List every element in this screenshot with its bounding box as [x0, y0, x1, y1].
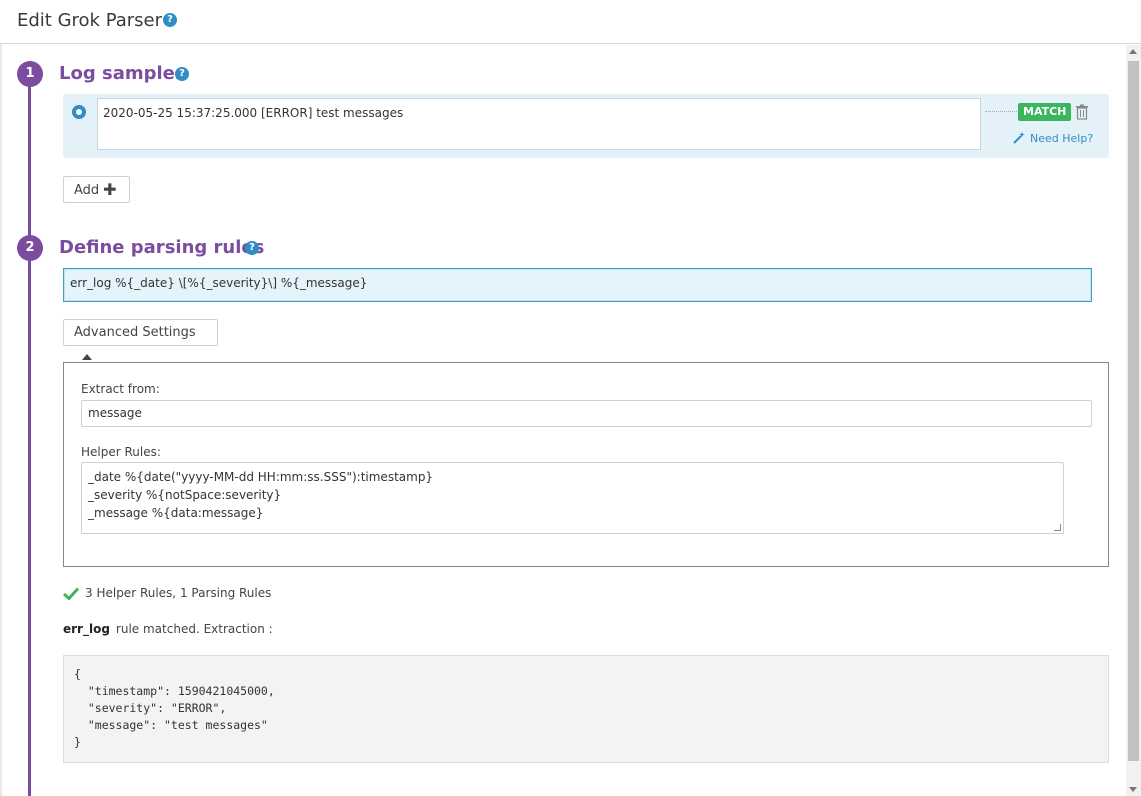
match-summary-text: rule matched. Extraction :	[115, 622, 273, 636]
step-timeline	[28, 74, 31, 796]
matched-rule-name: err_log	[63, 622, 110, 636]
helper-rule-line: _severity %{notSpace:severity}	[88, 488, 282, 502]
scroll-up-arrow-icon[interactable]	[1129, 49, 1137, 54]
rules-status: 3 Helper Rules, 1 Parsing Rules	[63, 586, 271, 600]
caret-up-icon	[82, 354, 92, 360]
json-line: "message": "test messages"	[74, 718, 268, 732]
match-summary: err_log rule matched. Extraction :	[63, 622, 273, 636]
match-badge: MATCH	[1018, 103, 1072, 121]
rules-status-text: 3 Helper Rules, 1 Parsing Rules	[85, 586, 272, 600]
step-number-1: 1	[17, 61, 43, 87]
log-sample-input[interactable]: 2020-05-25 15:37:25.000 [ERROR] test mes…	[97, 98, 981, 150]
trash-icon[interactable]	[1075, 104, 1089, 120]
step-title-define-parsing-rules: Define parsing rules	[59, 237, 265, 258]
magic-wand-icon	[1013, 132, 1025, 144]
extract-from-input[interactable]: message	[81, 400, 1092, 427]
extraction-result: { "timestamp": 1590421045000, "severity"…	[63, 655, 1109, 763]
log-sample-row: 2020-05-25 15:37:25.000 [ERROR] test mes…	[63, 94, 1109, 158]
window-edge	[0, 0, 2, 796]
dialog-title: Edit Grok Parser	[17, 10, 163, 31]
helper-rule-line: _message %{data:message}	[88, 506, 264, 520]
json-line: }	[74, 735, 81, 749]
check-icon	[63, 587, 79, 600]
step-number-2: 2	[17, 235, 43, 261]
help-icon[interactable]: ?	[163, 13, 177, 27]
help-icon[interactable]: ?	[245, 241, 259, 255]
advanced-settings-toggle[interactable]: Advanced Settings	[63, 319, 218, 360]
step-title-log-samples: Log samples	[59, 63, 186, 84]
scroll-thumb[interactable]	[1128, 61, 1139, 761]
resize-handle[interactable]	[1054, 524, 1061, 531]
helper-rules-label: Helper Rules:	[81, 445, 161, 459]
parsing-rules-input[interactable]: err_log %{_date} \[%{_severity}\] %{_mes…	[63, 268, 1092, 302]
advanced-settings-panel: Extract from: message Helper Rules: _dat…	[63, 362, 1109, 567]
connector-line	[985, 111, 1017, 112]
helper-rule-line: _date %{date("yyyy-MM-dd HH:mm:ss.SSS"):…	[88, 470, 434, 484]
extract-from-label: Extract from:	[81, 382, 160, 396]
json-line: "severity": "ERROR",	[74, 701, 227, 715]
need-help-link[interactable]: Need Help?	[1013, 132, 1093, 145]
help-icon[interactable]: ?	[175, 67, 189, 81]
scroll-down-arrow-icon[interactable]	[1129, 787, 1137, 792]
plus-icon: ✚	[103, 180, 117, 199]
json-line: "timestamp": 1590421045000,	[74, 684, 275, 698]
sample-radio[interactable]	[72, 105, 86, 119]
vertical-scrollbar[interactable]	[1126, 45, 1141, 796]
advanced-settings-label: Advanced Settings	[74, 325, 196, 340]
json-line: {	[74, 667, 81, 681]
helper-rules-textarea[interactable]: _date %{date("yyyy-MM-dd HH:mm:ss.SSS"):…	[81, 462, 1064, 534]
add-sample-button[interactable]: Add ✚	[63, 176, 130, 203]
need-help-label: Need Help?	[1030, 132, 1094, 145]
dialog-header: Edit Grok Parser ?	[0, 0, 1141, 44]
add-button-label: Add	[74, 183, 100, 198]
